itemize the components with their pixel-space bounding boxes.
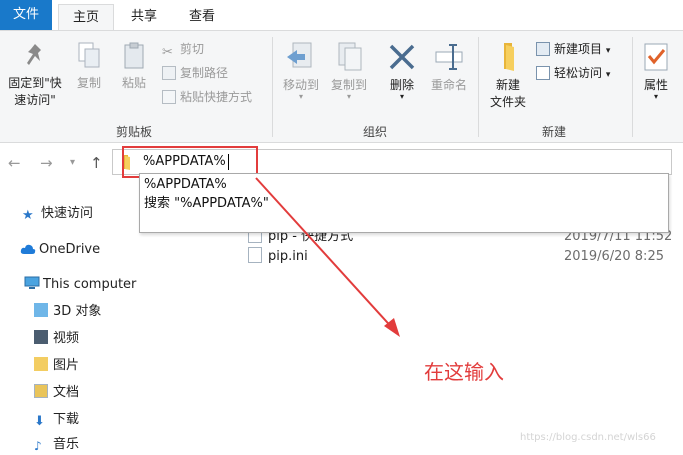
delete-x-icon [389,44,415,70]
tab-view[interactable]: 查看 [174,4,230,30]
sidebar-item-onedrive[interactable]: OneDrive [20,239,100,261]
tab-home[interactable]: 主页 [58,4,114,30]
computer-icon [24,276,40,290]
sidebar-item-downloads[interactable]: ⬇ 下载 [34,409,79,431]
paste-button[interactable]: 粘贴 [114,41,154,91]
sidebar-item-3d-objects[interactable]: 3D 对象 [34,301,101,323]
path-icon [162,66,176,80]
pin-to-quick-access-button[interactable]: 固定到"快 速访问" [2,41,68,108]
folder-videos-icon [34,330,48,344]
pin-label-line1: 固定到"快 [8,76,62,90]
sidebar-item-documents[interactable]: 文档 [34,382,79,404]
group-separator [272,37,273,137]
new-folder-icon [504,43,514,71]
organize-group-label: 组织 [362,125,387,139]
move-to-icon [287,42,312,68]
new-folder-label-line2: 文件夹 [489,95,526,109]
up-arrow-icon[interactable]: ↑ [90,154,103,172]
new-group-label: 新建 [541,125,566,139]
rename-icon [435,44,463,70]
copy-to-label: 复制到 [330,78,367,92]
annotation-text: 在这输入 [424,360,504,384]
properties-button[interactable]: 属性 ▾ [638,41,674,101]
tab-file[interactable]: 文件 [0,0,52,30]
rename-button[interactable]: 重命名 [426,41,472,93]
paste-label: 粘贴 [121,76,146,90]
address-autocomplete-dropdown: %APPDATA% 搜索 "%APPDATA%" [139,173,669,233]
ribbon-tab-bar: 文件 主页 共享 查看 [0,0,683,30]
copy-to-button[interactable]: 复制到 ▾ [326,41,372,101]
delete-button[interactable]: 删除 ▾ [382,41,422,101]
sidebar-item-this-computer[interactable]: This computer [24,274,136,296]
group-separator [632,37,633,137]
music-icon: ♪ [34,439,42,453]
autocomplete-search-option[interactable]: 搜索 "%APPDATA%" [144,194,269,214]
new-item-icon [536,42,550,56]
properties-check-icon [644,43,668,71]
clipboard-icon [124,42,144,69]
cut-button[interactable]: ✂ 剪切 [162,39,204,60]
folder-pictures-icon [34,357,48,371]
copy-path-button[interactable]: 复制路径 [162,63,228,83]
new-folder-label-line1: 新建 [495,78,520,92]
copy-label: 复制 [76,76,101,90]
move-to-button[interactable]: 移动到 ▾ [278,41,324,101]
new-item-button[interactable]: 新建项目 ▾ [536,39,610,59]
move-to-label: 移动到 [282,78,319,92]
paste-shortcut-button[interactable]: 粘贴快捷方式 [162,87,252,107]
copy-icon [78,42,100,68]
forward-arrow-icon[interactable]: → [40,154,53,172]
easy-access-button[interactable]: 轻松访问 ▾ [536,63,610,83]
clipboard-group-label: 剪贴板 [115,125,152,139]
pin-icon [27,44,41,65]
pin-label-line2: 速访问" [14,93,56,107]
copy-to-icon [338,42,362,71]
sidebar-item-quick-access[interactable]: ★ 快速访问 [22,203,93,225]
download-arrow-icon: ⬇ [34,414,45,429]
properties-label: 属性 [643,78,668,92]
easy-access-icon [536,66,550,80]
scissors-icon: ✂ [162,45,173,60]
autocomplete-suggestion[interactable]: %APPDATA% [144,175,227,195]
sidebar-item-pictures[interactable]: 图片 [34,355,79,377]
tab-share[interactable]: 共享 [116,4,172,30]
back-arrow-icon[interactable]: ← [8,154,21,172]
file-row[interactable]: pip.ini [248,246,308,268]
sidebar-item-music[interactable]: ♪ 音乐 [34,434,79,455]
shortcut-icon [162,90,176,104]
rename-label: 重命名 [430,78,467,92]
sidebar-item-videos[interactable]: 视频 [34,328,79,350]
delete-label: 删除 [389,78,414,92]
group-separator [478,37,479,137]
recent-dropdown-icon[interactable]: ▾ [70,157,75,168]
new-folder-button[interactable]: 新建 文件夹 [484,41,532,110]
cloud-icon [20,241,36,255]
ribbon: 固定到"快 速访问" 复制 粘贴 ✂ 剪切 复制路径 粘贴快捷方式 剪贴板 移动到… [0,30,683,143]
folder-3d-icon [34,303,48,317]
file-date: 2019/6/20 8:25 [564,249,664,264]
settings-file-icon [248,247,262,263]
watermark: https://blog.csdn.net/wls66 [520,432,656,443]
copy-button[interactable]: 复制 [70,41,108,91]
folder-documents-icon [34,384,48,398]
star-icon: ★ [22,208,34,223]
